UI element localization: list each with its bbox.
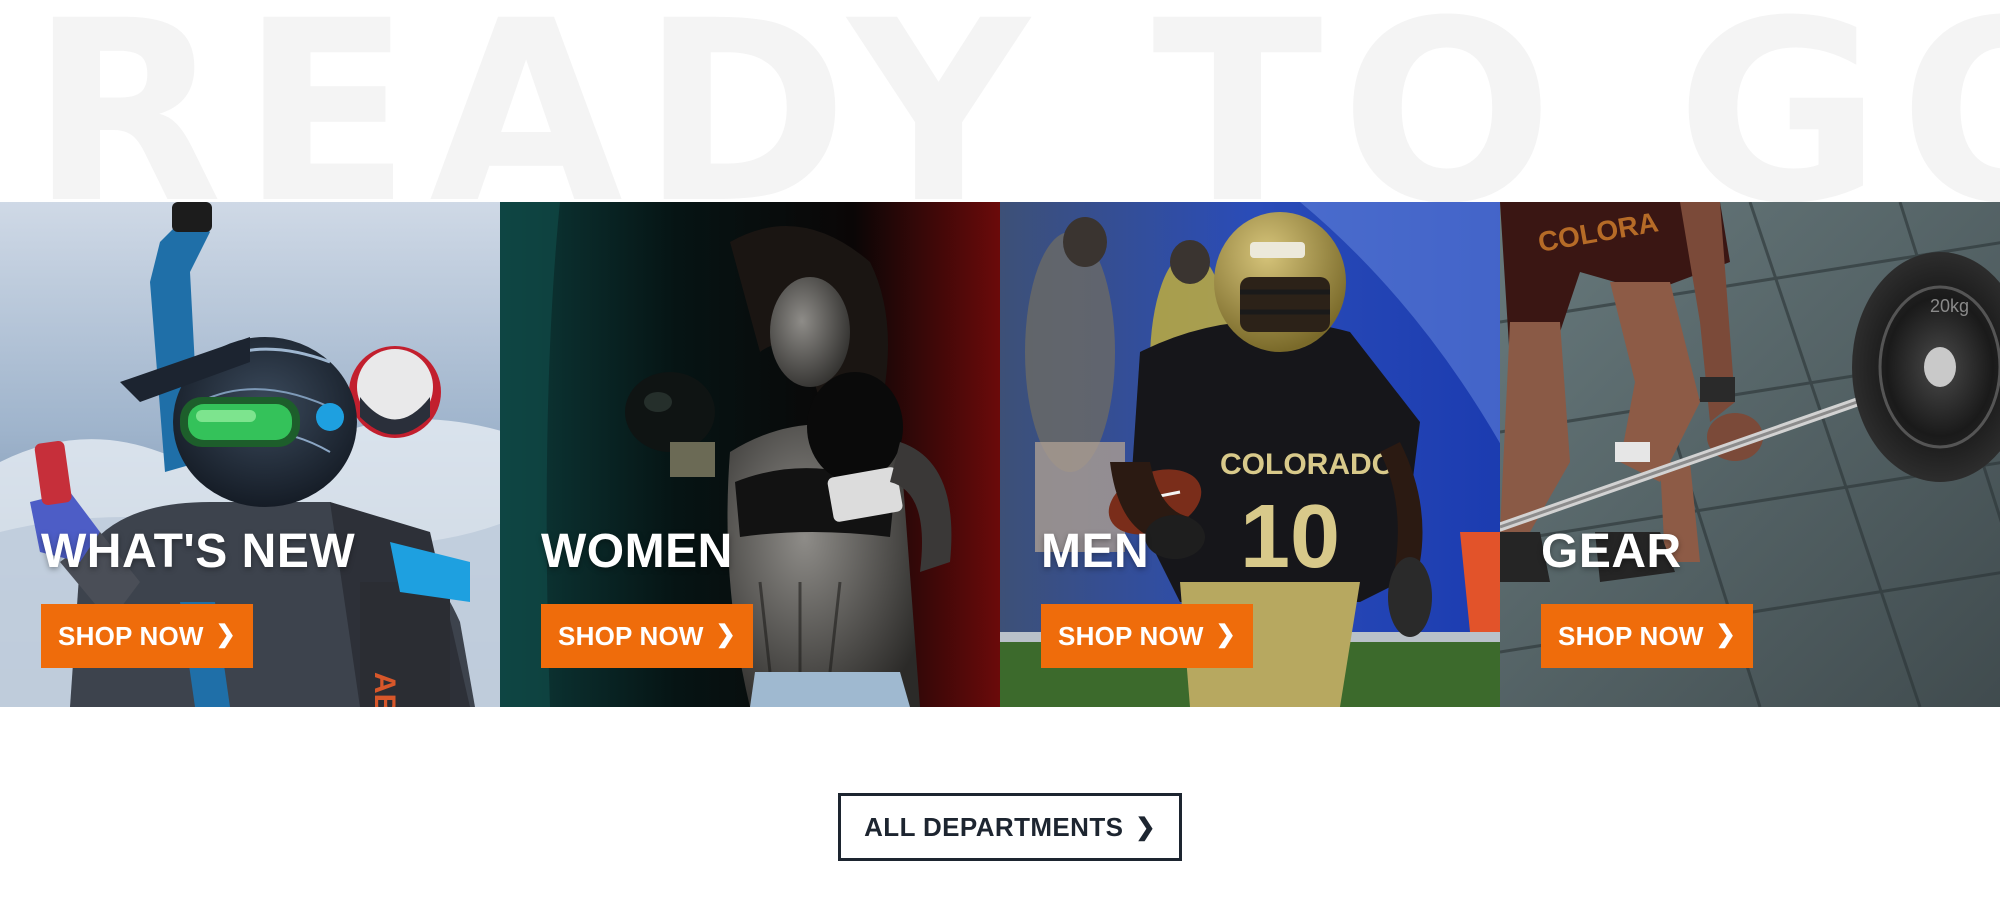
tile-men[interactable]: COLORADO 10 MEN SHOP NOW ❯ <box>1000 202 1500 707</box>
shop-now-button-men[interactable]: SHOP NOW ❯ <box>1041 604 1253 668</box>
shop-now-label: SHOP NOW <box>58 620 204 651</box>
svg-text:20kg: 20kg <box>1930 296 1969 316</box>
all-departments-label: ALL DEPARTMENTS <box>864 811 1124 842</box>
tile-title: WOMEN <box>541 525 733 578</box>
shop-now-label: SHOP NOW <box>1558 620 1704 651</box>
tile-gear[interactable]: COLORA 20kg GEAR SHOP NOW ❯ <box>1500 202 2000 707</box>
shop-now-button-gear[interactable]: SHOP NOW ❯ <box>1541 604 1753 668</box>
background-headline: READY TO GO <box>30 0 2000 202</box>
shop-now-button-whats-new[interactable]: SHOP NOW ❯ <box>41 604 253 668</box>
tile-title: WHAT'S NEW <box>41 525 356 578</box>
tile-women[interactable]: WOMEN SHOP NOW ❯ <box>500 202 1000 707</box>
svg-text:10: 10 <box>1240 487 1340 587</box>
department-tiles: ABS WHAT'S NEW SHOP NOW ❯ WOMEN SHOP NOW… <box>0 202 2000 707</box>
chevron-right-icon: ❯ <box>1215 621 1236 648</box>
chevron-right-icon: ❯ <box>215 621 236 648</box>
chevron-right-icon: ❯ <box>1135 813 1156 841</box>
shop-now-button-women[interactable]: SHOP NOW ❯ <box>541 604 753 668</box>
all-departments-button[interactable]: ALL DEPARTMENTS ❯ <box>838 793 1182 861</box>
tile-title: GEAR <box>1541 525 1682 578</box>
tile-title: MEN <box>1041 525 1150 578</box>
svg-text:ABS: ABS <box>368 672 401 707</box>
chevron-right-icon: ❯ <box>715 621 736 648</box>
shop-now-label: SHOP NOW <box>558 620 704 651</box>
chevron-right-icon: ❯ <box>1715 621 1736 648</box>
tile-whats-new[interactable]: ABS WHAT'S NEW SHOP NOW ❯ <box>0 202 500 707</box>
shop-now-label: SHOP NOW <box>1058 620 1204 651</box>
svg-text:COLORADO: COLORADO <box>1220 448 1395 481</box>
